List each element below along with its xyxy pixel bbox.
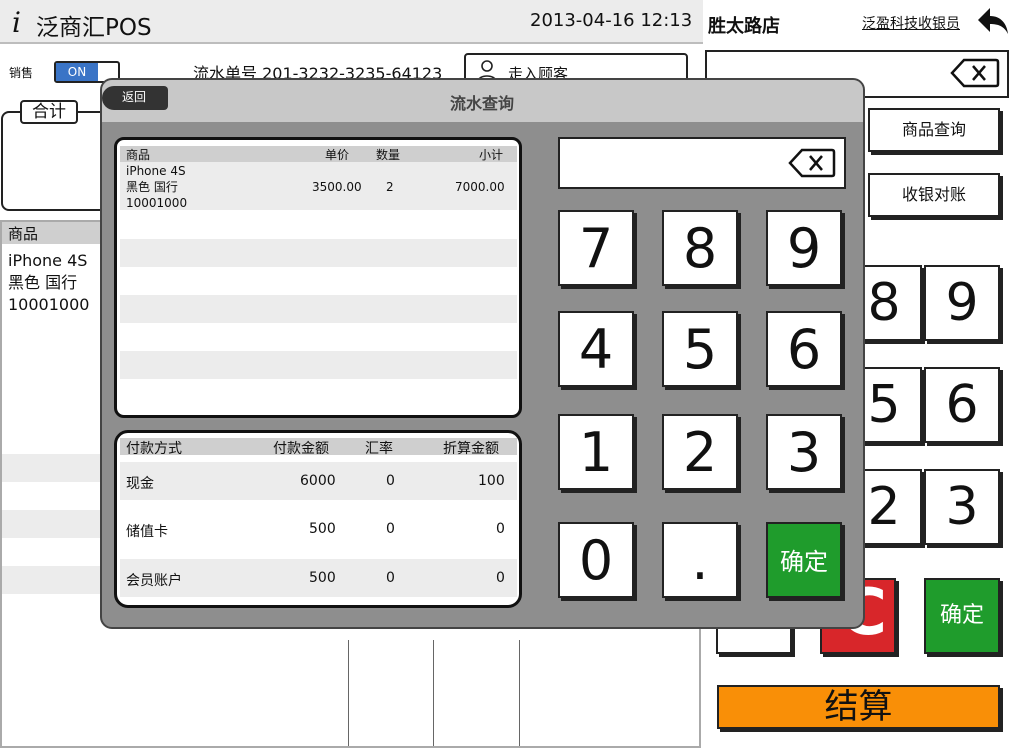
key-8[interactable]: 8 <box>662 210 738 286</box>
pay-rate: 0 <box>386 570 395 586</box>
item-subtotal: 7000.00 <box>455 180 505 194</box>
list-item[interactable]: iPhone 4S 黑色 国行 10001000 <box>8 250 89 316</box>
backspace-icon[interactable] <box>788 148 836 178</box>
store-name: 胜太路店 <box>708 16 780 37</box>
key-3[interactable]: 3 <box>766 414 842 490</box>
key-1[interactable]: 1 <box>558 414 634 490</box>
pay-converted: 100 <box>478 473 505 489</box>
column-divider <box>348 640 349 746</box>
pay-method: 储值卡 <box>126 524 168 540</box>
key-6[interactable]: 6 <box>924 367 1000 443</box>
column-product: 商品 <box>126 148 151 162</box>
key-2[interactable]: 2 <box>662 414 738 490</box>
key-6[interactable]: 6 <box>766 311 842 387</box>
back-button[interactable]: 返回 <box>102 86 168 110</box>
pay-amount: 6000 <box>300 473 336 489</box>
key-dot[interactable]: . <box>662 522 738 598</box>
key-9[interactable]: 9 <box>766 210 842 286</box>
settle-button[interactable]: 结算 <box>717 685 1000 729</box>
pay-rate: 0 <box>386 521 395 537</box>
confirm-button[interactable]: 确定 <box>766 522 842 598</box>
column-converted: 折算金额 <box>443 441 499 457</box>
dialog-title: 流水查询 <box>449 94 514 113</box>
item-code: 10001000 <box>8 295 90 314</box>
order-table-header <box>120 146 517 162</box>
pay-method: 现金 <box>126 476 154 492</box>
item-price: 3500.00 <box>312 180 362 194</box>
item-name: iPhone 4S <box>8 251 88 270</box>
app-logo: i <box>12 6 21 39</box>
row-stripe <box>120 351 517 379</box>
datetime: 2013-04-16 12:13 <box>530 10 693 31</box>
product-column-header: 商品 <box>8 225 39 243</box>
column-divider <box>433 640 434 746</box>
total-label: 合计 <box>20 100 78 124</box>
cashier-link[interactable]: 泛盈科技收银员 <box>862 13 960 33</box>
key-7[interactable]: 7 <box>558 210 634 286</box>
item-code: 10001000 <box>126 196 188 210</box>
undo-arrow-icon[interactable] <box>976 6 1010 36</box>
item-spec: 黑色 国行 <box>8 273 78 292</box>
pay-converted: 0 <box>496 521 505 537</box>
product-search-button[interactable]: 商品查询 <box>868 108 1000 152</box>
column-pay-amount: 付款金额 <box>273 441 329 457</box>
total-box <box>1 111 111 211</box>
item-qty: 2 <box>386 180 394 194</box>
column-pay-method: 付款方式 <box>126 441 182 457</box>
confirm-button[interactable]: 确定 <box>924 578 1000 654</box>
backspace-icon[interactable] <box>950 58 1000 88</box>
key-4[interactable]: 4 <box>558 311 634 387</box>
row-stripe <box>120 295 517 323</box>
order-item-name: iPhone 4S 黑色 国行 10001000 <box>126 163 187 211</box>
app-title: 泛商汇POS <box>36 15 152 41</box>
pay-rate: 0 <box>386 473 395 489</box>
item-name: iPhone 4S <box>126 164 186 178</box>
pay-converted: 0 <box>496 570 505 586</box>
column-divider <box>519 640 520 746</box>
key-3[interactable]: 3 <box>924 469 1000 545</box>
key-9[interactable]: 9 <box>924 265 1000 341</box>
column-rate: 汇率 <box>365 441 393 457</box>
item-spec: 黑色 国行 <box>126 180 178 194</box>
key-0[interactable]: 0 <box>558 522 634 598</box>
toggle-state: ON <box>56 63 98 81</box>
column-price: 单价 <box>325 148 350 162</box>
column-qty: 数量 <box>376 148 401 162</box>
pay-amount: 500 <box>309 570 336 586</box>
row-stripe <box>120 239 517 267</box>
column-subtotal: 小计 <box>479 148 504 162</box>
sale-label: 销售 <box>9 66 34 80</box>
pay-amount: 500 <box>309 521 336 537</box>
pay-method: 会员账户 <box>126 573 182 589</box>
key-5[interactable]: 5 <box>662 311 738 387</box>
reconcile-button[interactable]: 收银对账 <box>868 173 1000 217</box>
